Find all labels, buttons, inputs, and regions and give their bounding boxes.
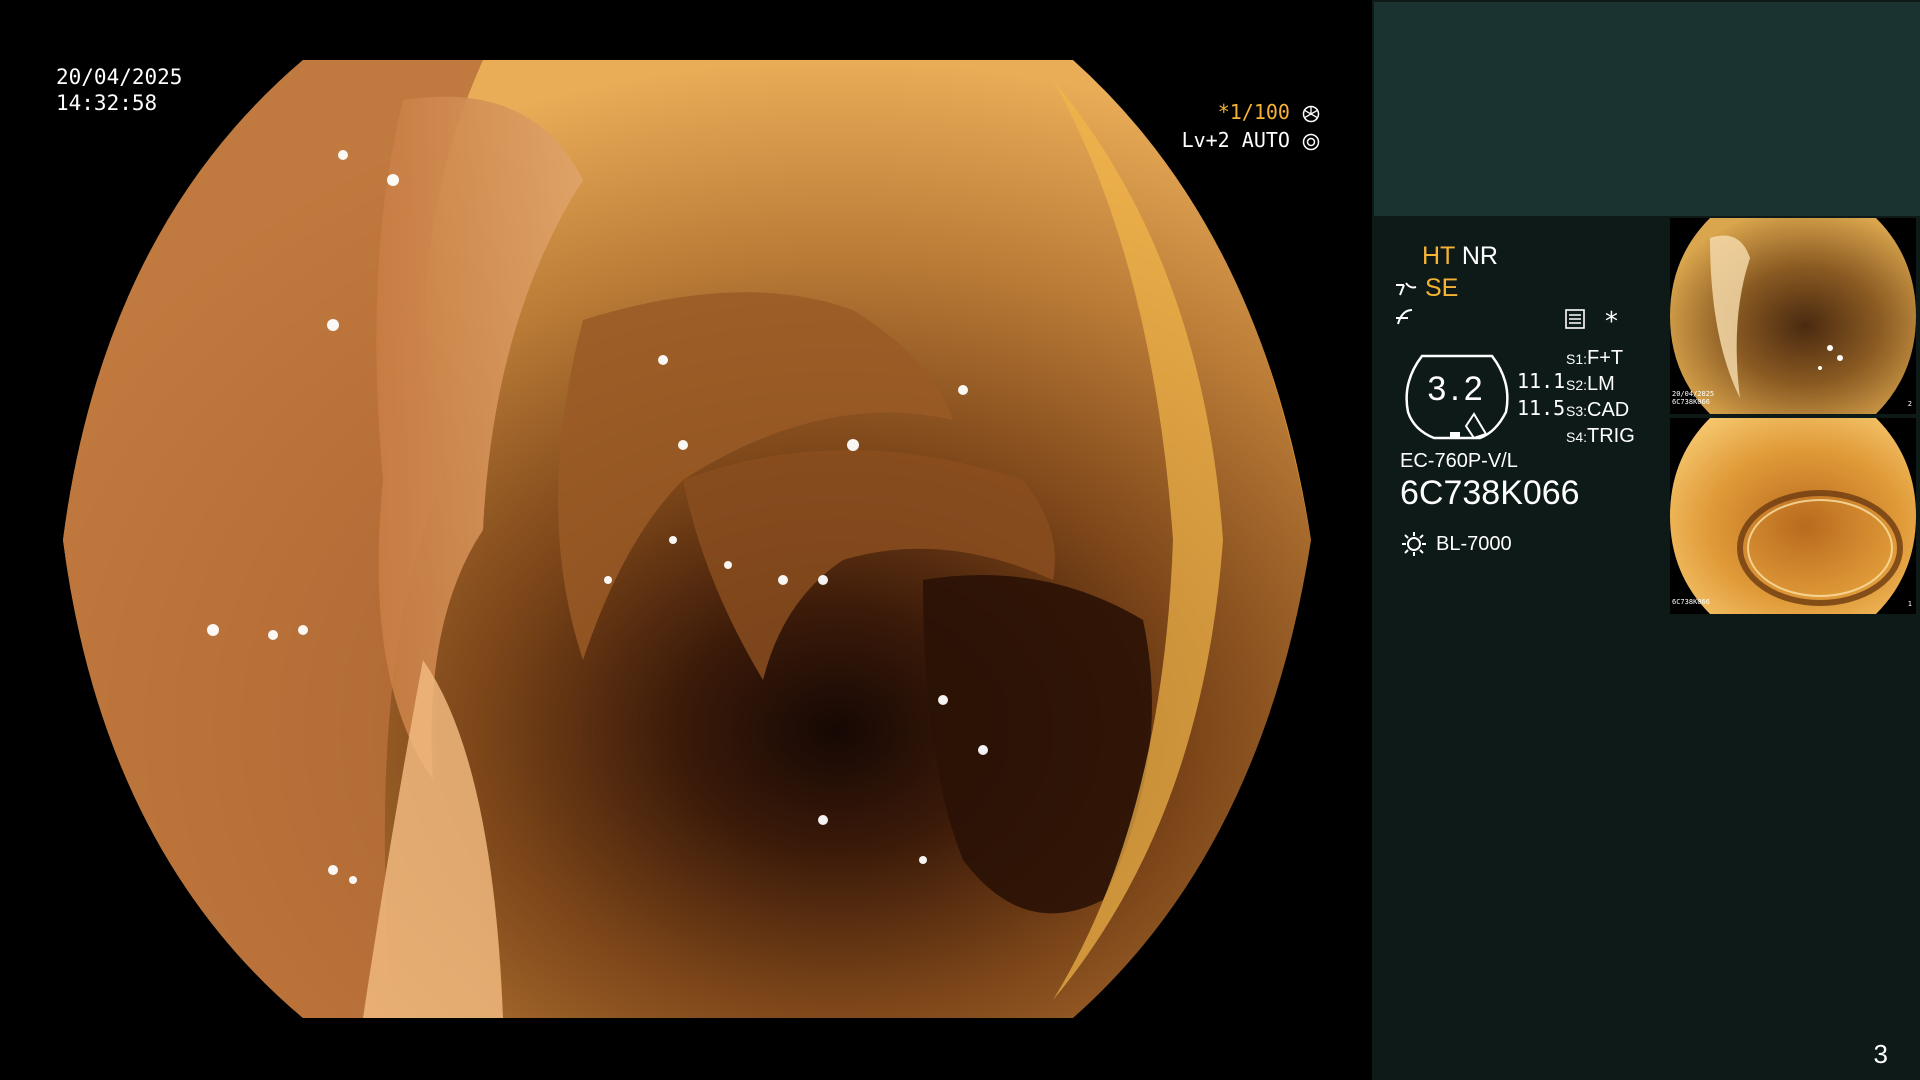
thumbnail-2[interactable]: 6C738K066 1 — [1670, 418, 1916, 614]
thumbnail-2-caption: 6C738K066 — [1672, 598, 1710, 606]
exposure-overlay: *1/100 Lv+2 AUTO — [1182, 98, 1320, 154]
date-text: 20/04/2025 — [56, 65, 183, 89]
readout-1: 11.1 — [1517, 369, 1566, 393]
scope-model: EC-760P-V/L — [1400, 450, 1518, 472]
shutter-text: *1/100 — [1217, 100, 1290, 124]
se-row: SE — [1394, 274, 1458, 303]
datetime-overlay: 20/04/2025 14:32:58 — [56, 64, 182, 116]
signal-row — [1394, 306, 1416, 332]
menu-icons: * — [1564, 307, 1620, 337]
level-text: Lv+2 — [1181, 128, 1230, 152]
light-bulb-icon — [1402, 532, 1426, 556]
switch-s4: S4:TRIG — [1566, 425, 1635, 447]
scope-serial: 6C738K066 — [1400, 474, 1580, 512]
thumbnail-2-image — [1670, 418, 1916, 614]
endoscopic-image — [63, 60, 1311, 1018]
panel-header-block — [1374, 2, 1920, 216]
mode-row: HT NR — [1422, 242, 1498, 271]
time-text: 14:32:58 — [56, 91, 158, 115]
thumbnail-1[interactable]: 20/04/2025 6C738K066 2 — [1670, 218, 1916, 414]
magnification-gauge: 3.2 — [1400, 352, 1514, 442]
signal-off-icon — [1396, 309, 1413, 325]
thumbnail-1-caption: 20/04/2025 6C738K066 — [1672, 390, 1715, 406]
gauge-value: 3.2 — [1427, 370, 1487, 408]
switch-assignments: S1:F+T S2:LM S3:CAD S4:TRIG — [1566, 346, 1635, 450]
ht-label: HT — [1422, 242, 1455, 270]
gauge-readouts: 11.1 11.5 — [1517, 368, 1565, 422]
settings-list-icon — [1565, 309, 1585, 329]
thumbnail-2-index: 1 — [1907, 600, 1912, 608]
aperture-icon — [1302, 105, 1320, 122]
nr-label: NR — [1461, 242, 1498, 270]
se-label: SE — [1424, 274, 1459, 302]
switch-s1: S1:F+T — [1566, 347, 1624, 369]
endoscope-view: 20/04/2025 14:32:58 *1/100 Lv+2 AUTO — [0, 0, 1372, 1080]
thumbnail-1-image — [1670, 218, 1916, 414]
iris-icon — [1302, 133, 1320, 150]
enhance-icon — [1396, 282, 1417, 296]
readout-2: 11.5 — [1517, 396, 1566, 420]
mode-text: AUTO — [1241, 128, 1290, 152]
switch-s2: S2:LM — [1566, 373, 1615, 395]
switch-s3: S3:CAD — [1566, 399, 1630, 421]
light-source-label: BL-7000 — [1436, 532, 1512, 555]
asterisk-icon: * — [1603, 307, 1620, 337]
thumbnail-1-index: 2 — [1907, 400, 1912, 408]
light-source-row: BL-7000 — [1400, 530, 1512, 558]
page-number: 3 — [1873, 1039, 1888, 1069]
